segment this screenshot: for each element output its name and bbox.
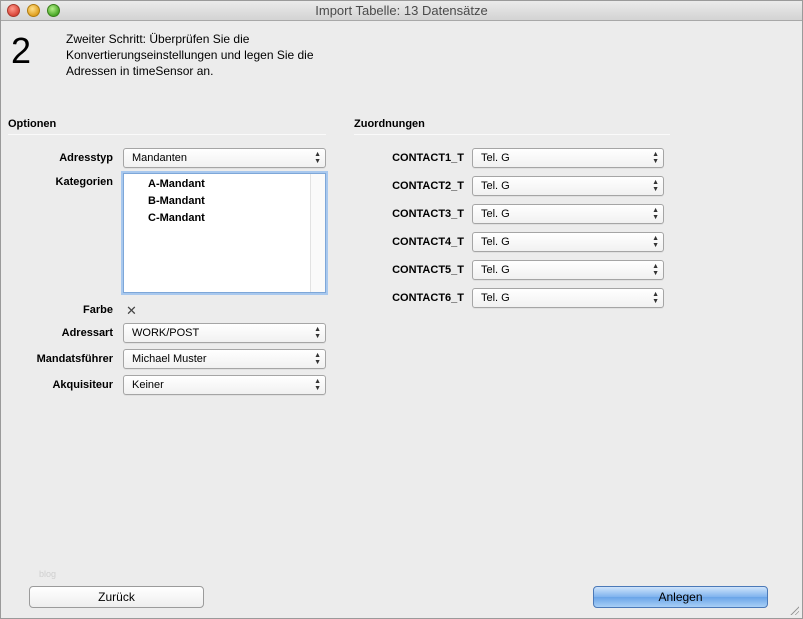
adresstyp-select[interactable]: Mandanten ▲ ▼: [123, 148, 326, 168]
mapping-select[interactable]: Tel. G ▲ ▼: [472, 176, 664, 196]
step-description: Zweiter Schritt: Überprüfen Sie die Konv…: [66, 32, 314, 78]
import-window: Import Tabelle: 13 Datensätze 2 Zweiter …: [0, 0, 803, 619]
mapping-label: CONTACT3_T: [392, 208, 464, 220]
list-item[interactable]: B-Mandant: [148, 195, 205, 207]
mapping-label: CONTACT4_T: [392, 236, 464, 248]
adresstyp-label: Adresstyp: [59, 152, 113, 164]
updown-arrows-icon: ▲ ▼: [314, 326, 321, 340]
updown-arrows-icon: ▲ ▼: [652, 235, 659, 249]
mapping-select[interactable]: Tel. G ▲ ▼: [472, 288, 664, 308]
updown-arrows-icon: ▲ ▼: [652, 207, 659, 221]
title-bar[interactable]: Import Tabelle: 13 Datensätze: [1, 1, 802, 21]
adressart-label: Adressart: [61, 327, 113, 339]
updown-arrows-icon: ▲ ▼: [314, 151, 321, 165]
akquisiteur-value: Keiner: [132, 379, 164, 391]
akquisiteur-select[interactable]: Keiner ▲ ▼: [123, 375, 326, 395]
mapping-value: Tel. G: [481, 180, 510, 192]
akquisiteur-label: Akquisiteur: [52, 379, 113, 391]
back-button[interactable]: Zurück: [29, 586, 204, 608]
mandatsfuehrer-select[interactable]: Michael Muster ▲ ▼: [123, 349, 326, 369]
mapping-select[interactable]: Tel. G ▲ ▼: [472, 148, 664, 168]
options-divider: [8, 134, 326, 135]
create-button[interactable]: Anlegen: [593, 586, 768, 608]
updown-arrows-icon: ▲ ▼: [652, 179, 659, 193]
updown-arrows-icon: ▲ ▼: [652, 263, 659, 277]
updown-arrows-icon: ▲ ▼: [652, 291, 659, 305]
mapping-label: CONTACT1_T: [392, 152, 464, 164]
color-clear-icon[interactable]: ✕: [126, 303, 137, 319]
updown-arrows-icon: ▲ ▼: [314, 352, 321, 366]
mapping-value: Tel. G: [481, 292, 510, 304]
watermark: blog: [39, 569, 57, 579]
mapping-value: Tel. G: [481, 152, 510, 164]
mapping-select[interactable]: Tel. G ▲ ▼: [472, 232, 664, 252]
mappings-divider: [354, 134, 670, 135]
mapping-value: Tel. G: [481, 264, 510, 276]
mapping-select[interactable]: Tel. G ▲ ▼: [472, 204, 664, 224]
kategorien-scrollbar[interactable]: [310, 174, 325, 292]
mapping-label: CONTACT2_T: [392, 180, 464, 192]
mapping-value: Tel. G: [481, 208, 510, 220]
adressart-select[interactable]: WORK/POST ▲ ▼: [123, 323, 326, 343]
adresstyp-value: Mandanten: [132, 152, 188, 164]
kategorien-list[interactable]: A-Mandant B-Mandant C-Mandant: [123, 173, 326, 293]
mandatsfuehrer-value: Michael Muster: [132, 353, 207, 365]
resize-grip-icon[interactable]: [789, 605, 799, 615]
updown-arrows-icon: ▲ ▼: [314, 378, 321, 392]
adressart-value: WORK/POST: [132, 327, 200, 339]
list-item[interactable]: A-Mandant: [148, 178, 205, 190]
mapping-value: Tel. G: [481, 236, 510, 248]
updown-arrows-icon: ▲ ▼: [652, 151, 659, 165]
mapping-label: CONTACT6_T: [392, 292, 464, 304]
kategorien-label: Kategorien: [55, 176, 113, 188]
mappings-section-title: Zuordnungen: [354, 118, 425, 130]
window-title: Import Tabelle: 13 Datensätze: [315, 3, 488, 18]
mapping-label: CONTACT5_T: [392, 264, 464, 276]
mapping-select[interactable]: Tel. G ▲ ▼: [472, 260, 664, 280]
list-item[interactable]: C-Mandant: [148, 212, 205, 224]
options-section-title: Optionen: [8, 118, 57, 130]
step-number: 2: [11, 30, 32, 71]
mandatsfuehrer-label: Mandatsführer: [36, 353, 113, 365]
farbe-label: Farbe: [83, 304, 113, 316]
